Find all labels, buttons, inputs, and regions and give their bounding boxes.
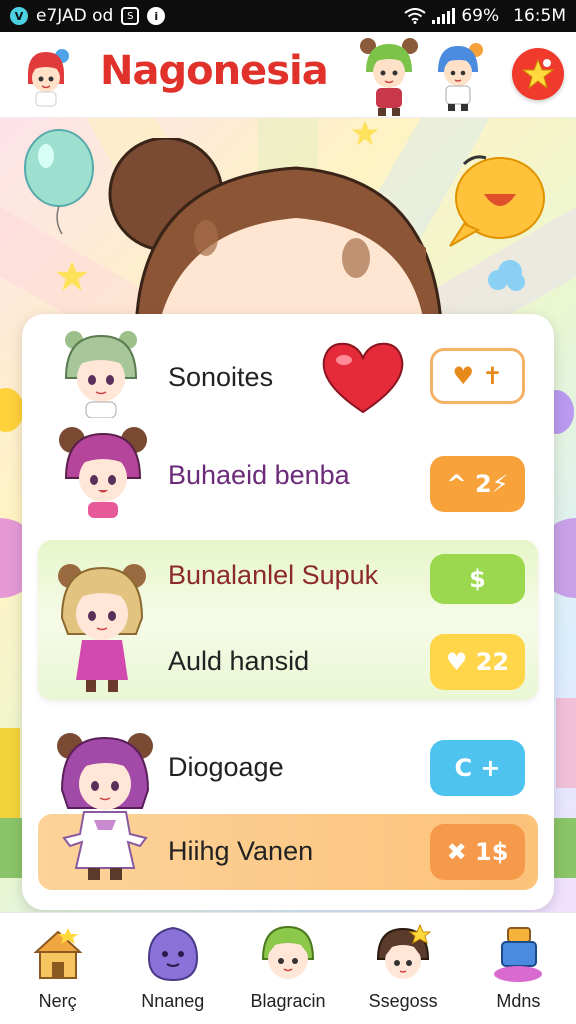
- nav-item-nerc[interactable]: Nerç: [0, 913, 115, 1024]
- green-hair-avatar-icon: [255, 921, 321, 987]
- list-item[interactable]: Buhaeid benba ^ 2⚡: [22, 424, 554, 519]
- row-action-button[interactable]: ✖ 1$: [430, 824, 525, 880]
- row-label: Hiihg Vanen: [168, 836, 314, 866]
- row-action-button[interactable]: ^ 2⚡: [430, 456, 525, 512]
- list-item[interactable]: Bunalanlel Supuk $: [22, 540, 554, 692]
- wifi-icon: [404, 8, 426, 24]
- purple-hair-avatar-icon: [59, 427, 147, 518]
- balloon-icon: [24, 129, 94, 235]
- nav-label: Nnaneg: [141, 991, 205, 1011]
- row-action-button[interactable]: $: [430, 554, 525, 604]
- hero-character-illustration: [108, 138, 444, 338]
- row-label: Bunalanlel Supuk: [168, 560, 379, 590]
- nav-label: Mdns: [496, 991, 541, 1011]
- nav-label: Blagracin: [250, 991, 326, 1011]
- list-item[interactable]: Auld hansid ♥ 22: [22, 622, 554, 717]
- cloud-deco-icon: [488, 260, 525, 291]
- cake-house-icon: [25, 921, 91, 987]
- favorite-star-button[interactable]: [512, 48, 564, 100]
- row-action-button[interactable]: C +: [430, 740, 525, 796]
- green-hair-mascot-icon: [356, 36, 422, 120]
- heart-icon: [322, 342, 404, 414]
- row-label: Auld hansid: [168, 646, 310, 676]
- profile-avatar-icon[interactable]: [14, 44, 78, 112]
- app-notification-icon: V: [10, 7, 28, 25]
- status-carrier: e7JAD od: [36, 6, 114, 26]
- bottom-navigation: Nerç Nnaneg Blagracin Ssegoss Mdns: [0, 912, 576, 1024]
- app-header: Nagonesia: [0, 32, 576, 118]
- status-time: 16:5M: [513, 6, 566, 26]
- star-avatar-icon: [370, 921, 436, 987]
- row-action-button[interactable]: ♥ 22: [430, 634, 525, 690]
- list-item[interactable]: Hiihg Vanen ✖ 1$: [22, 814, 554, 909]
- nav-item-mdns[interactable]: Mdns: [461, 913, 576, 1024]
- app-title: Nagonesia: [100, 48, 329, 94]
- nav-item-ssegoss[interactable]: Ssegoss: [346, 913, 461, 1024]
- star-deco-icon: [56, 261, 88, 291]
- gift-box-icon: [485, 921, 551, 987]
- info-icon: i: [147, 7, 166, 25]
- status-right: 69% 16:5M: [404, 6, 566, 26]
- row-label: Buhaeid benba: [168, 460, 350, 490]
- signal-icon: [432, 8, 456, 24]
- status-left: V e7JAD od S i: [10, 6, 166, 26]
- blue-hair-mascot-icon: [430, 40, 486, 116]
- list-item[interactable]: Sonoites ♥ ✝: [22, 326, 554, 421]
- character-list-panel: Sonoites ♥ ✝ Buhaeid benba ^ 2⚡ Bunalanl…: [22, 314, 554, 910]
- nav-item-nnaneg[interactable]: Nnaneg: [115, 913, 230, 1024]
- nav-label: Nerç: [38, 991, 77, 1011]
- sim-icon: S: [121, 7, 140, 25]
- battery-percent: 69%: [461, 6, 500, 26]
- row-action-button[interactable]: ♥ ✝: [430, 348, 525, 404]
- row-label: Diogoage: [168, 752, 284, 782]
- row-label: Sonoites: [168, 362, 274, 392]
- nav-item-blagracin[interactable]: Blagracin: [230, 913, 345, 1024]
- status-bar: V e7JAD od S i 69% 16:5M: [0, 0, 576, 32]
- purple-monster-icon: [140, 921, 206, 987]
- nav-label: Ssegoss: [368, 991, 438, 1011]
- green-hair-avatar-icon: [64, 331, 138, 418]
